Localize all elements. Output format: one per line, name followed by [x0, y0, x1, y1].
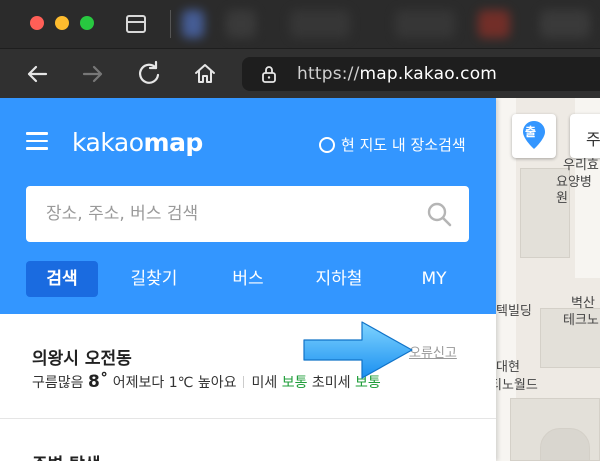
blurred-tab[interactable] — [395, 10, 455, 38]
blurred-tab[interactable] — [478, 10, 510, 38]
address-bar[interactable]: https://map.kakao.com — [242, 57, 600, 91]
map-label: 티노월드 — [490, 378, 538, 393]
lock-icon — [262, 66, 276, 83]
temperature-compare: 어제보다 1℃ 높아요 — [112, 375, 237, 391]
current-area-search-label: 현 지도 내 장소검색 — [341, 136, 466, 154]
blurred-tab[interactable] — [540, 10, 590, 38]
hamburger-menu-icon[interactable] — [26, 132, 48, 150]
search-box — [26, 186, 469, 242]
blurred-tab[interactable] — [182, 10, 204, 38]
map-block — [540, 428, 590, 461]
logo-light-text: kakao — [72, 128, 144, 157]
kakaomap-logo[interactable]: kakaomap — [72, 128, 203, 157]
map-label: 테크노 — [563, 313, 599, 328]
map-side-button-label: 주 — [586, 130, 600, 149]
tab-directions[interactable]: 길찾기 — [118, 261, 190, 297]
tab-search[interactable]: 검색 — [26, 261, 98, 297]
map-label: 벽산 — [571, 296, 595, 311]
panel-header: kakaomap 현 지도 내 장소검색 검색 길찾기 버스 지하철 MY — [0, 98, 496, 314]
url-host: map.kakao.com — [359, 64, 498, 84]
temperature: 8˚ — [87, 372, 109, 392]
location-name: 의왕시 오전동 — [32, 349, 132, 369]
blurred-tab[interactable] — [226, 10, 256, 38]
search-panel: kakaomap 현 지도 내 장소검색 검색 길찾기 버스 지하철 MY 의왕… — [0, 98, 496, 461]
tab-my[interactable]: MY — [398, 261, 470, 297]
radio-circle-icon — [319, 137, 335, 153]
browser-toolbar: https://map.kakao.com — [0, 48, 600, 98]
tab-subway[interactable]: 지하철 — [303, 261, 375, 297]
current-area-search-toggle[interactable]: 현 지도 내 장소검색 — [319, 134, 466, 155]
browser-titlebar — [0, 0, 600, 48]
departure-marker-button[interactable]: 출 — [512, 114, 556, 158]
close-window-button[interactable] — [30, 16, 44, 30]
minimize-window-button[interactable] — [55, 16, 69, 30]
weather-desc: 구름많음 — [32, 375, 84, 391]
url-scheme: https:// — [297, 64, 360, 84]
pointer-arrow-icon — [303, 321, 413, 379]
map-label: 요양병원 — [556, 175, 592, 206]
search-icon[interactable] — [426, 201, 452, 227]
map-label: 텍빌딩 — [496, 304, 532, 319]
url-text: https://map.kakao.com — [297, 64, 497, 84]
nearby-section-title: 주변 탐색 — [32, 450, 100, 461]
reload-icon[interactable] — [134, 59, 164, 89]
fine-dust-label: 미세 — [251, 375, 278, 391]
marker-label: 출 — [525, 125, 537, 139]
home-icon[interactable] — [190, 59, 220, 89]
main-tabs: 검색 길찾기 버스 지하철 MY — [26, 261, 469, 297]
map-label: 대현 — [496, 360, 520, 375]
blurred-tab[interactable] — [290, 10, 350, 38]
map-side-button[interactable]: 주 — [570, 114, 600, 158]
forward-arrow-icon[interactable] — [78, 59, 108, 89]
logo-bold-text: map — [143, 128, 204, 157]
divider — [243, 376, 245, 388]
section-divider — [0, 418, 496, 419]
zoom-window-button[interactable] — [80, 16, 94, 30]
sidebar-toggle-icon[interactable] — [126, 15, 146, 33]
titlebar-divider — [170, 10, 171, 38]
map-label: 우리효 — [563, 158, 599, 173]
search-input[interactable] — [46, 202, 426, 226]
tab-bus[interactable]: 버스 — [212, 261, 284, 297]
page-content: 우리효 요양병원 벽산 테크노 텍빌딩 대현 티노월드 출 주 kakaomap… — [0, 98, 600, 461]
back-arrow-icon[interactable] — [22, 59, 52, 89]
